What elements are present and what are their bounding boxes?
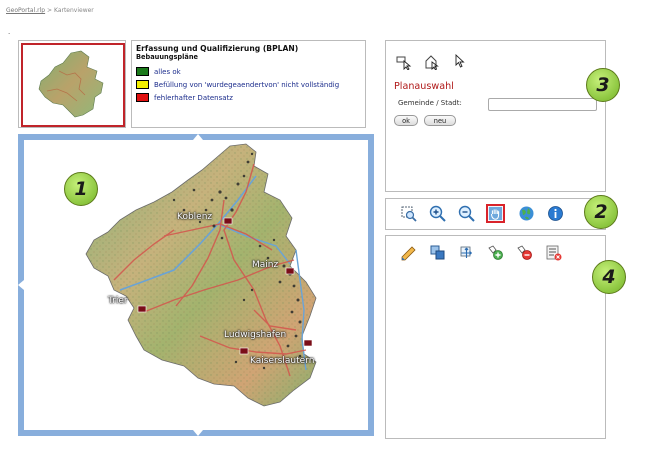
move-feature-icon[interactable]: [458, 244, 475, 261]
select-arrow-icon[interactable]: [395, 53, 412, 70]
breadcrumb-separator: >: [47, 7, 53, 14]
main-map[interactable]: Koblenz Mainz Trier Ludwigshafen Kaisers…: [18, 134, 374, 436]
callout-badge-4: 4: [592, 260, 626, 294]
zoom-box-icon[interactable]: [400, 205, 417, 222]
delete-list-icon[interactable]: [545, 244, 562, 261]
breadcrumb: GeoPortal.rlp > Kartenviewer: [6, 7, 94, 14]
add-feature-icon[interactable]: [487, 244, 504, 261]
info-icon[interactable]: [547, 205, 564, 222]
gemeinde-input[interactable]: [488, 98, 597, 111]
legend-item-ok: alles ok: [136, 65, 361, 78]
legend-label: fehlerhafter Datensatz: [154, 93, 233, 102]
pan-west-arrow[interactable]: [18, 280, 24, 290]
legend-swatch-yellow: [136, 80, 149, 89]
breadcrumb-link-geoportal[interactable]: GeoPortal.rlp: [6, 7, 45, 14]
pan-east-arrow[interactable]: [362, 280, 368, 290]
legend-title: Erfassung und Qualifizierung (BPLAN): [136, 44, 299, 53]
select-house-icon[interactable]: [423, 53, 440, 70]
legend-label: alles ok: [154, 67, 181, 76]
legend-label: Befüllung von 'wurdegeaendertvon' nicht …: [154, 80, 340, 89]
globe-icon[interactable]: [518, 205, 535, 222]
navigation-toolbar: 2: [385, 195, 618, 230]
planauswahl-title: Planauswahl: [394, 81, 454, 92]
legend-item-incomplete: Befüllung von 'wurdegeaendertvon' nicht …: [136, 78, 361, 91]
remove-feature-icon[interactable]: [516, 244, 533, 261]
pan-south-arrow[interactable]: [193, 430, 203, 436]
overview-map-panel: [18, 40, 126, 128]
callout-badge-3: 3: [586, 68, 620, 102]
stray-dot: .: [8, 28, 11, 36]
legend-panel: Erfassung und Qualifizierung (BPLAN) Beb…: [131, 40, 366, 128]
zoom-out-icon[interactable]: [458, 205, 475, 222]
pan-north-arrow[interactable]: [193, 134, 203, 140]
overview-map-image: [38, 50, 104, 118]
editing-toolbar: 4: [385, 235, 626, 439]
legend-swatch-red: [136, 93, 149, 102]
legend-subtitle: Bebauungspläne: [136, 53, 198, 61]
pan-hand-icon: [488, 206, 503, 221]
pointer-cursor-icon[interactable]: [451, 53, 468, 70]
city-label-kaiserslautern: Kaiserslautern: [250, 356, 315, 366]
city-label-ludwigshafen: Ludwigshafen: [224, 330, 287, 340]
callout-badge-2: 2: [584, 195, 618, 229]
callout-badge-1: 1: [64, 172, 98, 206]
breadcrumb-current: Kartenviewer: [53, 7, 94, 14]
ok-button[interactable]: ok: [394, 115, 418, 126]
zoom-in-icon[interactable]: [429, 205, 446, 222]
copy-layers-icon[interactable]: [429, 244, 446, 261]
overview-map[interactable]: [21, 43, 125, 127]
legend-swatch-green: [136, 67, 149, 76]
edit-pencil-icon[interactable]: [400, 244, 417, 261]
legend-item-error: fehlerhafter Datensatz: [136, 91, 361, 104]
city-label-trier: Trier: [108, 296, 128, 306]
planauswahl-panel: Planauswahl Gemeinde / Stadt: ok neu 3: [385, 40, 620, 192]
map-viewer-page: GeoPortal.rlp > Kartenviewer . Erfassung…: [0, 0, 650, 457]
city-label-koblenz: Koblenz: [177, 212, 213, 222]
gemeinde-field-label: Gemeinde / Stadt:: [398, 99, 462, 107]
pan-tool-selected[interactable]: [486, 204, 505, 223]
new-button[interactable]: neu: [424, 115, 456, 126]
city-label-mainz: Mainz: [252, 260, 279, 270]
